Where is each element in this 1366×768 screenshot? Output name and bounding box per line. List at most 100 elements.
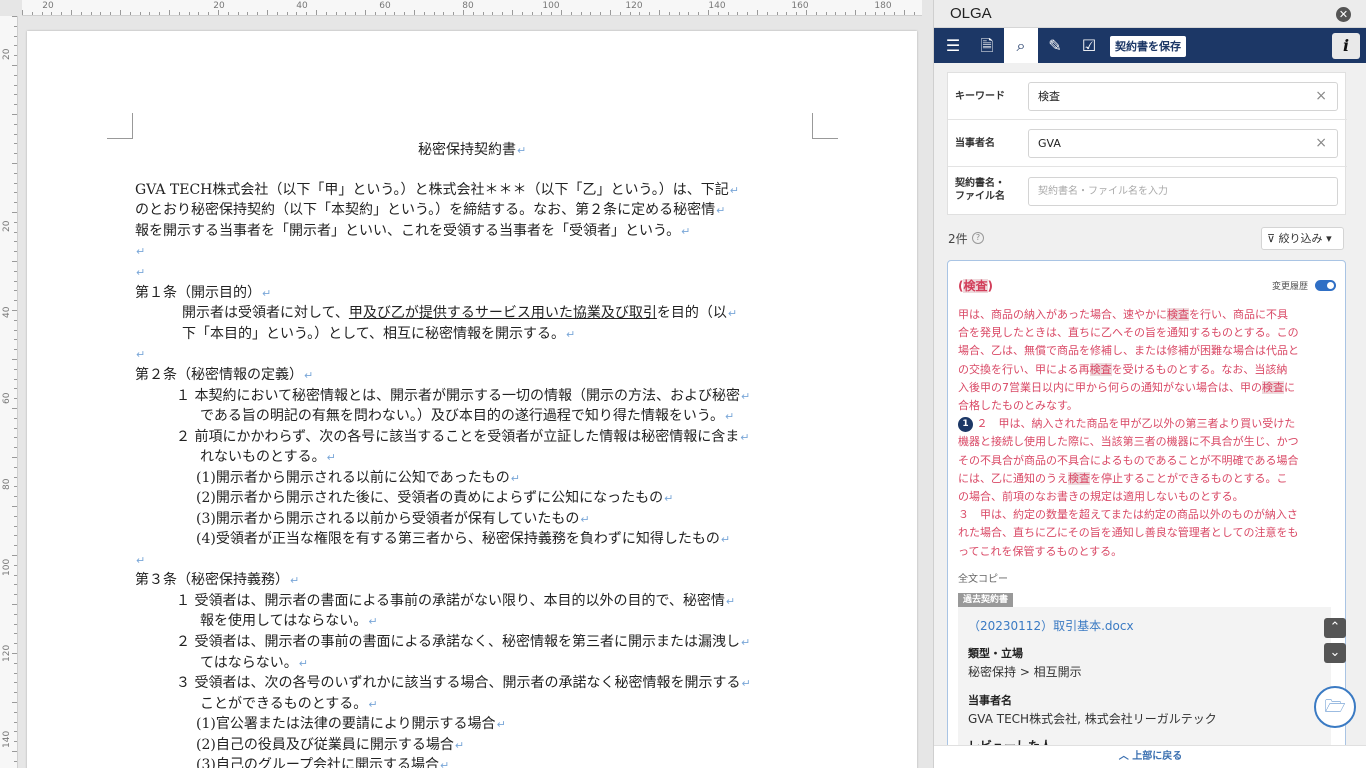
past-contract-tag: 過去契約書 [958,593,1014,607]
ruler-tick [14,711,17,713]
clause-number-badge[interactable]: 1 [958,416,973,432]
paragraph-mark-icon: ↵ [304,369,314,382]
ruler-tick [14,515,17,517]
paragraph-mark-icon: ↵ [290,574,300,587]
scroll-up-button[interactable]: ⌃ [1324,618,1346,638]
keyword-label: キーワード [955,91,1005,102]
scroll-down-button[interactable]: ⌄ [1324,643,1346,663]
ruler-tick [796,12,798,15]
panel-content[interactable]: キーワード 検査 × 当事者名 GVA × 契約書名・ ファイル名 契約書名・ファ… [934,63,1366,745]
keyword-highlight: 検査 [1068,471,1090,485]
ruler-tick [698,12,700,15]
ruler-tick [737,12,739,15]
ruler-tick [747,12,749,15]
ruler-tick [14,94,17,96]
horizontal-ruler[interactable]: 20 20 40 60 80 100 120 140 160 180 [22,0,922,16]
ruler-number: 20 [213,1,225,11]
ruler-tick [531,12,533,15]
ruler-tick [12,702,17,703]
edit-icon[interactable]: ✎ [1038,28,1072,63]
history-label: 変更履歴 [1272,282,1309,292]
party-info-value: GVA TECH株式会社, 株式会社リーガルテック [968,712,1217,726]
ruler-tick [14,231,17,233]
help-icon[interactable]: ? [972,232,984,244]
ruler-number: 20 [2,220,12,232]
ruler-tick [688,12,690,15]
ruler-number: 20 [42,1,54,11]
document-page[interactable]: 秘密保持契約書↵ GVA TECH株式会社（以下「甲」という。）と株式会社＊＊＊… [27,31,917,768]
ruler-tick [12,163,17,164]
ruler-tick [894,12,896,15]
document-line: GVA TECH株式会社（以下「甲」という。）と株式会社＊＊＊（以下「乙」という… [135,182,739,198]
info-icon[interactable]: i [1332,33,1360,59]
clause-line: 入後甲の7営業日以内に甲から何らの通知がない場合は、甲の検査に [958,380,1295,394]
party-input[interactable]: GVA × [1028,129,1338,158]
ruler-tick [14,192,17,194]
ruler-tick [472,12,474,15]
close-icon[interactable]: ✕ [1336,7,1351,22]
ruler-tick [14,55,17,57]
ruler-tick [12,310,17,311]
ruler-tick [14,535,17,537]
ruler-tick [815,12,817,15]
ruler-tick [51,12,53,15]
ruler-tick [453,12,455,15]
ruler-tick [786,12,788,15]
ruler-tick [120,10,121,15]
ruler-tick [443,12,445,15]
ruler-tick [14,486,17,488]
ruler-tick [335,12,337,15]
contract-name-row: 契約書名・ ファイル名 契約書名・ファイル名を入力 [948,167,1347,216]
filter-button[interactable]: ⊽ 絞り込み ▾ [1261,227,1344,250]
ruler-tick [12,261,17,262]
checklist-icon[interactable]: ☑ [1072,28,1106,63]
document-line: れないものとする。↵ [200,449,336,465]
ruler-tick [717,12,719,15]
paragraph-mark-icon: ↵ [454,739,465,752]
paragraph-mark-icon: ↵ [741,390,751,403]
panel-titlebar: OLGA ✕ [934,0,1366,28]
ruler-tick [482,12,484,15]
clear-party-icon[interactable]: × [1315,130,1327,157]
back-to-top-link[interactable]: ︿ 上部に戻る [934,745,1366,768]
ruler-tick [276,12,278,15]
ruler-tick [404,12,406,15]
folder-icon[interactable]: 🗁 [1314,686,1356,728]
search-icon[interactable]: ⌕ [1004,28,1038,63]
clear-keyword-icon[interactable]: × [1315,83,1327,110]
document-title: 秘密保持契約書↵ [418,142,527,158]
search-form: キーワード 検査 × 当事者名 GVA × 契約書名・ ファイル名 契約書名・ファ… [947,72,1347,216]
screen: 20 20 40 60 80 100 120 140 160 180 20 20 40 60 80 100 1… [0,0,1366,768]
ruler-tick [14,545,17,547]
paragraph-mark-icon: ↵ [368,615,378,628]
document-icon[interactable]: 🗎 [970,28,1004,63]
document-editor[interactable]: 20 20 40 60 80 100 120 140 160 180 20 20 40 60 80 100 1… [0,0,933,768]
ruler-tick [610,10,611,15]
keyword-highlight: 検査 [1167,308,1189,321]
save-contract-button[interactable]: 契約書を保存 [1110,36,1186,57]
contract-name-input[interactable]: 契約書名・ファイル名を入力 [1028,177,1338,206]
ruler-tick [521,12,523,15]
copy-all-link[interactable]: 全文コピー [958,570,1008,585]
paragraph-mark-icon: ↵ [741,636,751,649]
result-card[interactable]: (検査) 変更履歴 甲は、商品の納入があった場合、速やかに検査を行い、商品に不具… [947,260,1346,745]
ruler-tick [14,300,17,302]
history-toggle[interactable] [1315,280,1336,291]
document-line: ↵ [135,241,145,262]
ruler-number: 80 [2,478,12,490]
result-count: 2件 [948,232,968,246]
keyword-input[interactable]: 検査 × [1028,82,1338,111]
vertical-ruler[interactable]: 20 20 40 60 80 100 120 140 [0,16,18,768]
ruler-tick [12,653,17,654]
ruler-tick [316,10,317,15]
ruler-tick [12,65,17,66]
clause-line: ３ 甲は、約定の数量を超えてまたは約定の商品以外のものが納入さ [958,508,1298,522]
result-card-title: (検査) [958,279,993,293]
ruler-number: 160 [791,1,809,11]
past-contract-file-link[interactable]: （20230112）取引基本.docx [968,617,1134,634]
ruler-tick [14,202,17,204]
ruler-tick [22,10,23,15]
ruler-tick [12,16,17,17]
ruler-tick [14,319,17,321]
menu-icon[interactable]: ☰ [936,28,970,63]
